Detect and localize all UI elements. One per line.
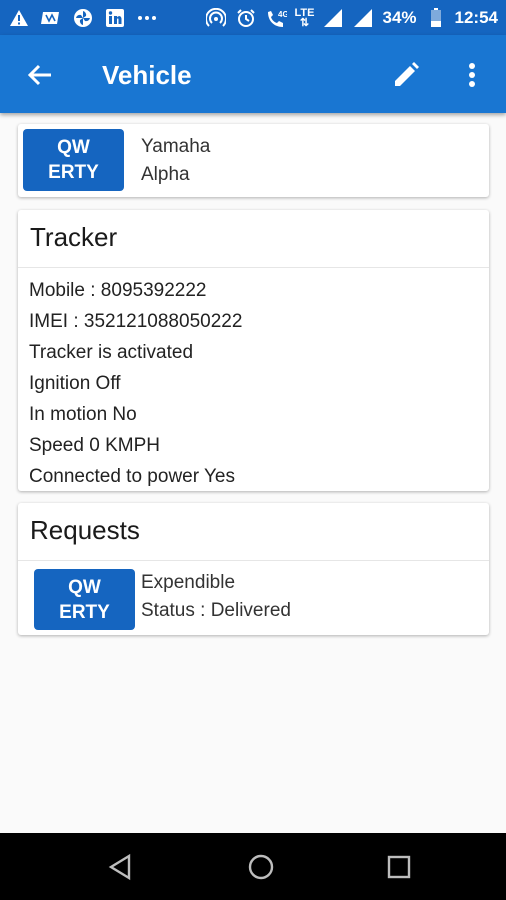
- badge-line-2: ERTY: [59, 601, 110, 623]
- pencil-icon: [395, 62, 419, 86]
- tracker-activation-status: Tracker is activated: [29, 342, 194, 363]
- notification-icon: [40, 7, 62, 29]
- alarm-icon: [235, 7, 257, 29]
- badge-line-1: QW: [57, 137, 90, 158]
- circle-home-icon: [248, 854, 274, 880]
- square-recents-icon: [387, 855, 411, 879]
- more-dots-icon: [136, 7, 158, 29]
- fan-icon: [72, 7, 94, 29]
- signal-icon: [322, 7, 344, 29]
- tracker-speed: Speed 0 KMPH: [29, 435, 160, 456]
- tracker-motion: In motion No: [29, 404, 137, 425]
- vehicle-model: Alpha: [141, 164, 190, 185]
- more-options-button[interactable]: [457, 57, 487, 93]
- request-status: Status : Delivered: [141, 600, 291, 621]
- clock: 12:54: [454, 7, 498, 27]
- arrow-back-icon: [27, 64, 51, 86]
- network-type-label: 4G: [278, 10, 287, 19]
- app-bar: Vehicle: [0, 35, 506, 113]
- wifi-calling-icon: 4G: [265, 7, 287, 29]
- requests-title: Requests: [30, 515, 140, 545]
- vehicle-details: Yamaha Alpha: [141, 133, 210, 189]
- status-notifications: [8, 7, 158, 29]
- battery-percent: 34%: [382, 7, 417, 27]
- tracker-ignition: Ignition Off: [29, 373, 121, 394]
- vehicle-make: Yamaha: [141, 136, 211, 157]
- warning-icon: [8, 7, 30, 29]
- page-title: Vehicle: [102, 60, 192, 90]
- tracker-mobile: Mobile : 8095392222: [29, 280, 207, 301]
- request-item[interactable]: Expendible Status : Delivered: [141, 569, 291, 625]
- request-plate-badge[interactable]: QW ERTY: [34, 569, 135, 630]
- status-bar: 4G LTE ⇅ 34% 12:54: [0, 0, 506, 35]
- tracker-details: Mobile : 8095392222 IMEI : 3521210880502…: [29, 275, 242, 492]
- vehicle-card[interactable]: QW ERTY Yamaha Alpha: [18, 124, 489, 197]
- more-vert-icon: [469, 63, 475, 87]
- divider: [18, 560, 489, 561]
- triangle-back-icon: [108, 853, 131, 881]
- back-button[interactable]: [22, 57, 58, 93]
- request-type: Expendible: [141, 572, 236, 593]
- tracker-imei: IMEI : 352121088050222: [29, 311, 243, 332]
- battery-icon: [425, 7, 447, 29]
- tracker-title: Tracker: [30, 222, 118, 252]
- tracker-power: Connected to power Yes: [29, 466, 235, 487]
- navigation-bar: [0, 833, 506, 900]
- lte-label: LTE ⇅: [294, 6, 315, 29]
- signal-icon: [352, 7, 374, 29]
- badge-line-1: QW: [68, 576, 101, 598]
- nav-home-button[interactable]: [241, 847, 281, 887]
- hotspot-icon: [205, 7, 227, 29]
- nav-recents-button[interactable]: [379, 847, 419, 887]
- nav-back-button[interactable]: [100, 847, 140, 887]
- tracker-card: Tracker Mobile : 8095392222 IMEI : 35212…: [18, 210, 489, 491]
- badge-line-2: ERTY: [48, 162, 99, 183]
- divider: [18, 267, 489, 268]
- linkedin-icon: [104, 7, 126, 29]
- vehicle-plate-badge: QW ERTY: [23, 129, 124, 191]
- status-system: 4G LTE ⇅ 34% 12:54: [205, 7, 498, 29]
- requests-card: Requests QW ERTY Expendible Status : Del…: [18, 503, 489, 635]
- edit-button[interactable]: [388, 57, 424, 93]
